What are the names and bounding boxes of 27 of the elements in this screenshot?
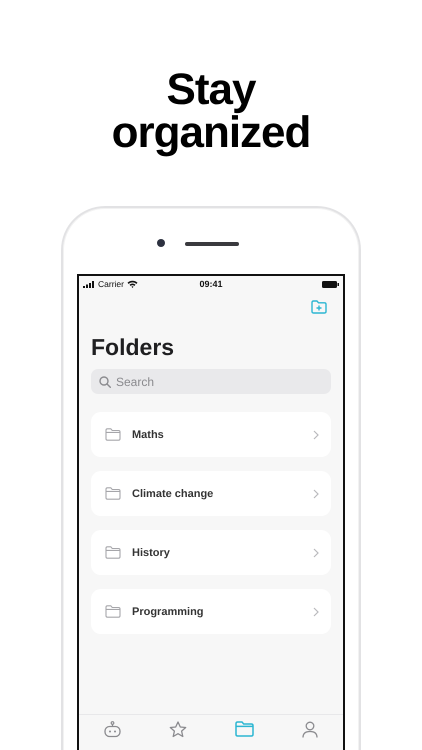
person-icon [302,721,318,738]
folder-icon [234,721,254,737]
robot-icon [102,721,122,738]
star-icon [169,721,187,738]
search-field[interactable]: Search [91,369,331,394]
chevron-icon [313,488,319,498]
folder-row[interactable]: History [91,530,331,575]
signal-icon [83,280,95,288]
camera-icon [157,239,165,247]
chevron-icon [313,430,319,440]
folder-icon [105,487,121,500]
folder-icon [105,428,121,441]
folder-icon [105,546,121,559]
wifi-icon [126,280,138,288]
add-folder-icon[interactable] [311,300,327,314]
chevron-icon [313,548,319,558]
headline: Stay [166,68,256,111]
folder-row[interactable]: Programming [91,589,331,634]
folder-icon [105,605,121,618]
battery-icon [322,280,339,288]
carrier-name: Carrier [98,279,124,289]
folder-row[interactable]: Maths [91,412,331,457]
screen-title: Folders [91,334,176,361]
speaker-icon [185,242,239,246]
chevron-icon [313,606,319,616]
folder-row[interactable]: Climate change [91,471,331,516]
status-time: 09:41 [199,279,223,289]
